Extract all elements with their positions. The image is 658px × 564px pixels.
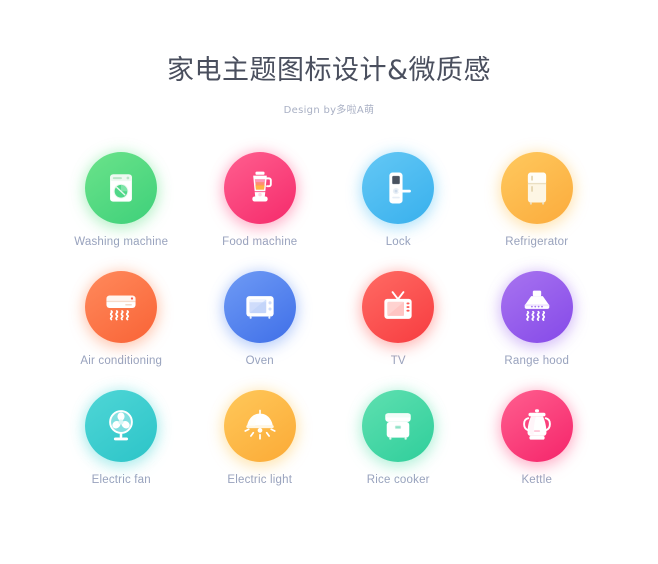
icon-label: Electric light: [227, 474, 293, 486]
icon-label: Air conditioning: [80, 355, 163, 367]
icon-cell-air-conditioner[interactable]: Air conditioning: [52, 271, 191, 368]
icon-label: Range hood: [504, 355, 570, 367]
icon-cell-rice-cooker[interactable]: Rice cooker: [329, 390, 468, 487]
tv-icon[interactable]: [362, 271, 435, 343]
icon-grid: Washing machine Food machine Lock Refrigera…: [0, 152, 658, 487]
icon-label: Oven: [245, 355, 274, 367]
icon-cell-oven[interactable]: Oven: [191, 271, 330, 368]
page-title: 家电主题图标设计&微质感: [166, 55, 492, 86]
door-lock-icon[interactable]: [362, 152, 435, 224]
icon-showcase-page: 家电主题图标设计&微质感 Design by多啦A萌 Washing machi…: [0, 0, 658, 564]
range-hood-icon[interactable]: [500, 271, 573, 343]
icon-label: Electric fan: [91, 474, 151, 486]
icon-cell-kettle[interactable]: Kettle: [468, 390, 607, 487]
kettle-icon[interactable]: [500, 390, 573, 462]
rice-cooker-icon[interactable]: [362, 390, 435, 462]
icon-cell-pendant-lamp[interactable]: Electric light: [191, 390, 330, 487]
icon-label: Lock: [385, 236, 411, 248]
icon-cell-door-lock[interactable]: Lock: [329, 152, 468, 249]
icon-cell-washing-machine[interactable]: Washing machine: [52, 152, 191, 249]
icon-cell-blender[interactable]: Food machine: [191, 152, 330, 249]
icon-cell-electric-fan[interactable]: Electric fan: [52, 390, 191, 487]
icon-label: Refrigerator: [505, 236, 569, 248]
refrigerator-icon[interactable]: [500, 152, 573, 224]
electric-fan-icon[interactable]: [85, 390, 158, 462]
icon-cell-range-hood[interactable]: Range hood: [468, 271, 607, 368]
air-conditioner-icon[interactable]: [85, 271, 158, 343]
icon-label: Rice cooker: [366, 474, 430, 486]
icon-label: Food machine: [222, 236, 298, 248]
oven-icon[interactable]: [223, 271, 296, 343]
blender-icon[interactable]: [223, 152, 296, 224]
washing-machine-icon[interactable]: [85, 152, 158, 224]
icon-label: Washing machine: [74, 236, 169, 248]
icon-label: TV: [390, 355, 406, 367]
page-subtitle: Design by多啦A萌: [283, 105, 375, 116]
icon-label: Kettle: [521, 474, 553, 486]
pendant-lamp-icon[interactable]: [223, 390, 296, 462]
icon-cell-refrigerator[interactable]: Refrigerator: [468, 152, 607, 249]
icon-cell-tv[interactable]: TV: [329, 271, 468, 368]
